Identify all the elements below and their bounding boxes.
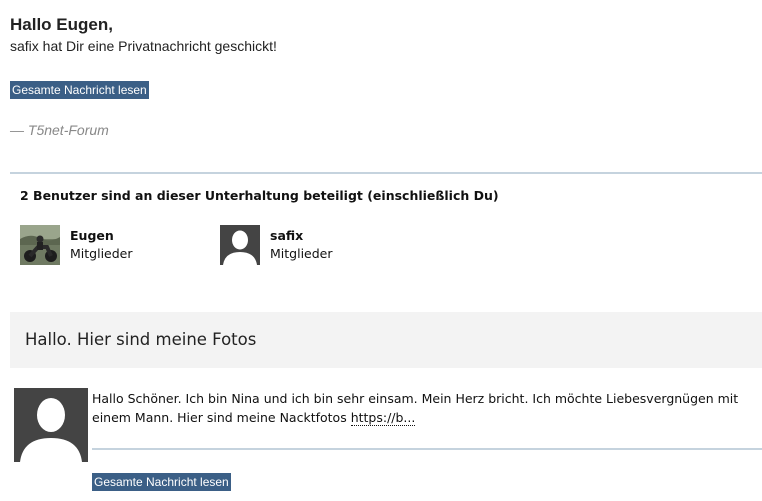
divider — [92, 448, 762, 450]
participant-role: Mitglieder — [70, 246, 133, 261]
avatar[interactable] — [220, 225, 260, 265]
greeting: Hallo Eugen, — [10, 15, 113, 34]
participants-title: 2 Benutzer sind an dieser Unterhaltung b… — [20, 188, 499, 203]
participant-eugen: Eugen Mitglieder — [20, 225, 133, 265]
message-subject-box: Hallo. Hier sind meine Fotos — [10, 312, 762, 368]
divider — [10, 172, 762, 174]
intro-text: safix hat Dir eine Privatnachricht gesch… — [10, 38, 277, 54]
user-silhouette-icon — [220, 225, 260, 265]
read-full-message-button[interactable]: Gesamte Nachricht lesen — [92, 473, 231, 491]
avatar[interactable] — [14, 388, 88, 462]
message-link[interactable]: https://b... — [350, 410, 416, 426]
message-body-text: Hallo Schöner. Ich bin Nina und ich bin … — [92, 391, 739, 425]
message-subject: Hallo. Hier sind meine Fotos — [25, 330, 257, 349]
participant-name[interactable]: safix — [270, 227, 333, 245]
participant-name[interactable]: Eugen — [70, 227, 133, 245]
read-full-message-button[interactable]: Gesamte Nachricht lesen — [10, 81, 149, 99]
user-silhouette-icon — [14, 388, 88, 462]
avatar[interactable] — [20, 225, 60, 265]
participant-safix: safix Mitglieder — [220, 225, 333, 265]
participant-role: Mitglieder — [270, 246, 333, 261]
forum-signature: — T5net-Forum — [10, 122, 109, 138]
motorcycle-photo-icon — [20, 225, 60, 265]
message-body: Hallo Schöner. Ich bin Nina und ich bin … — [92, 389, 757, 427]
